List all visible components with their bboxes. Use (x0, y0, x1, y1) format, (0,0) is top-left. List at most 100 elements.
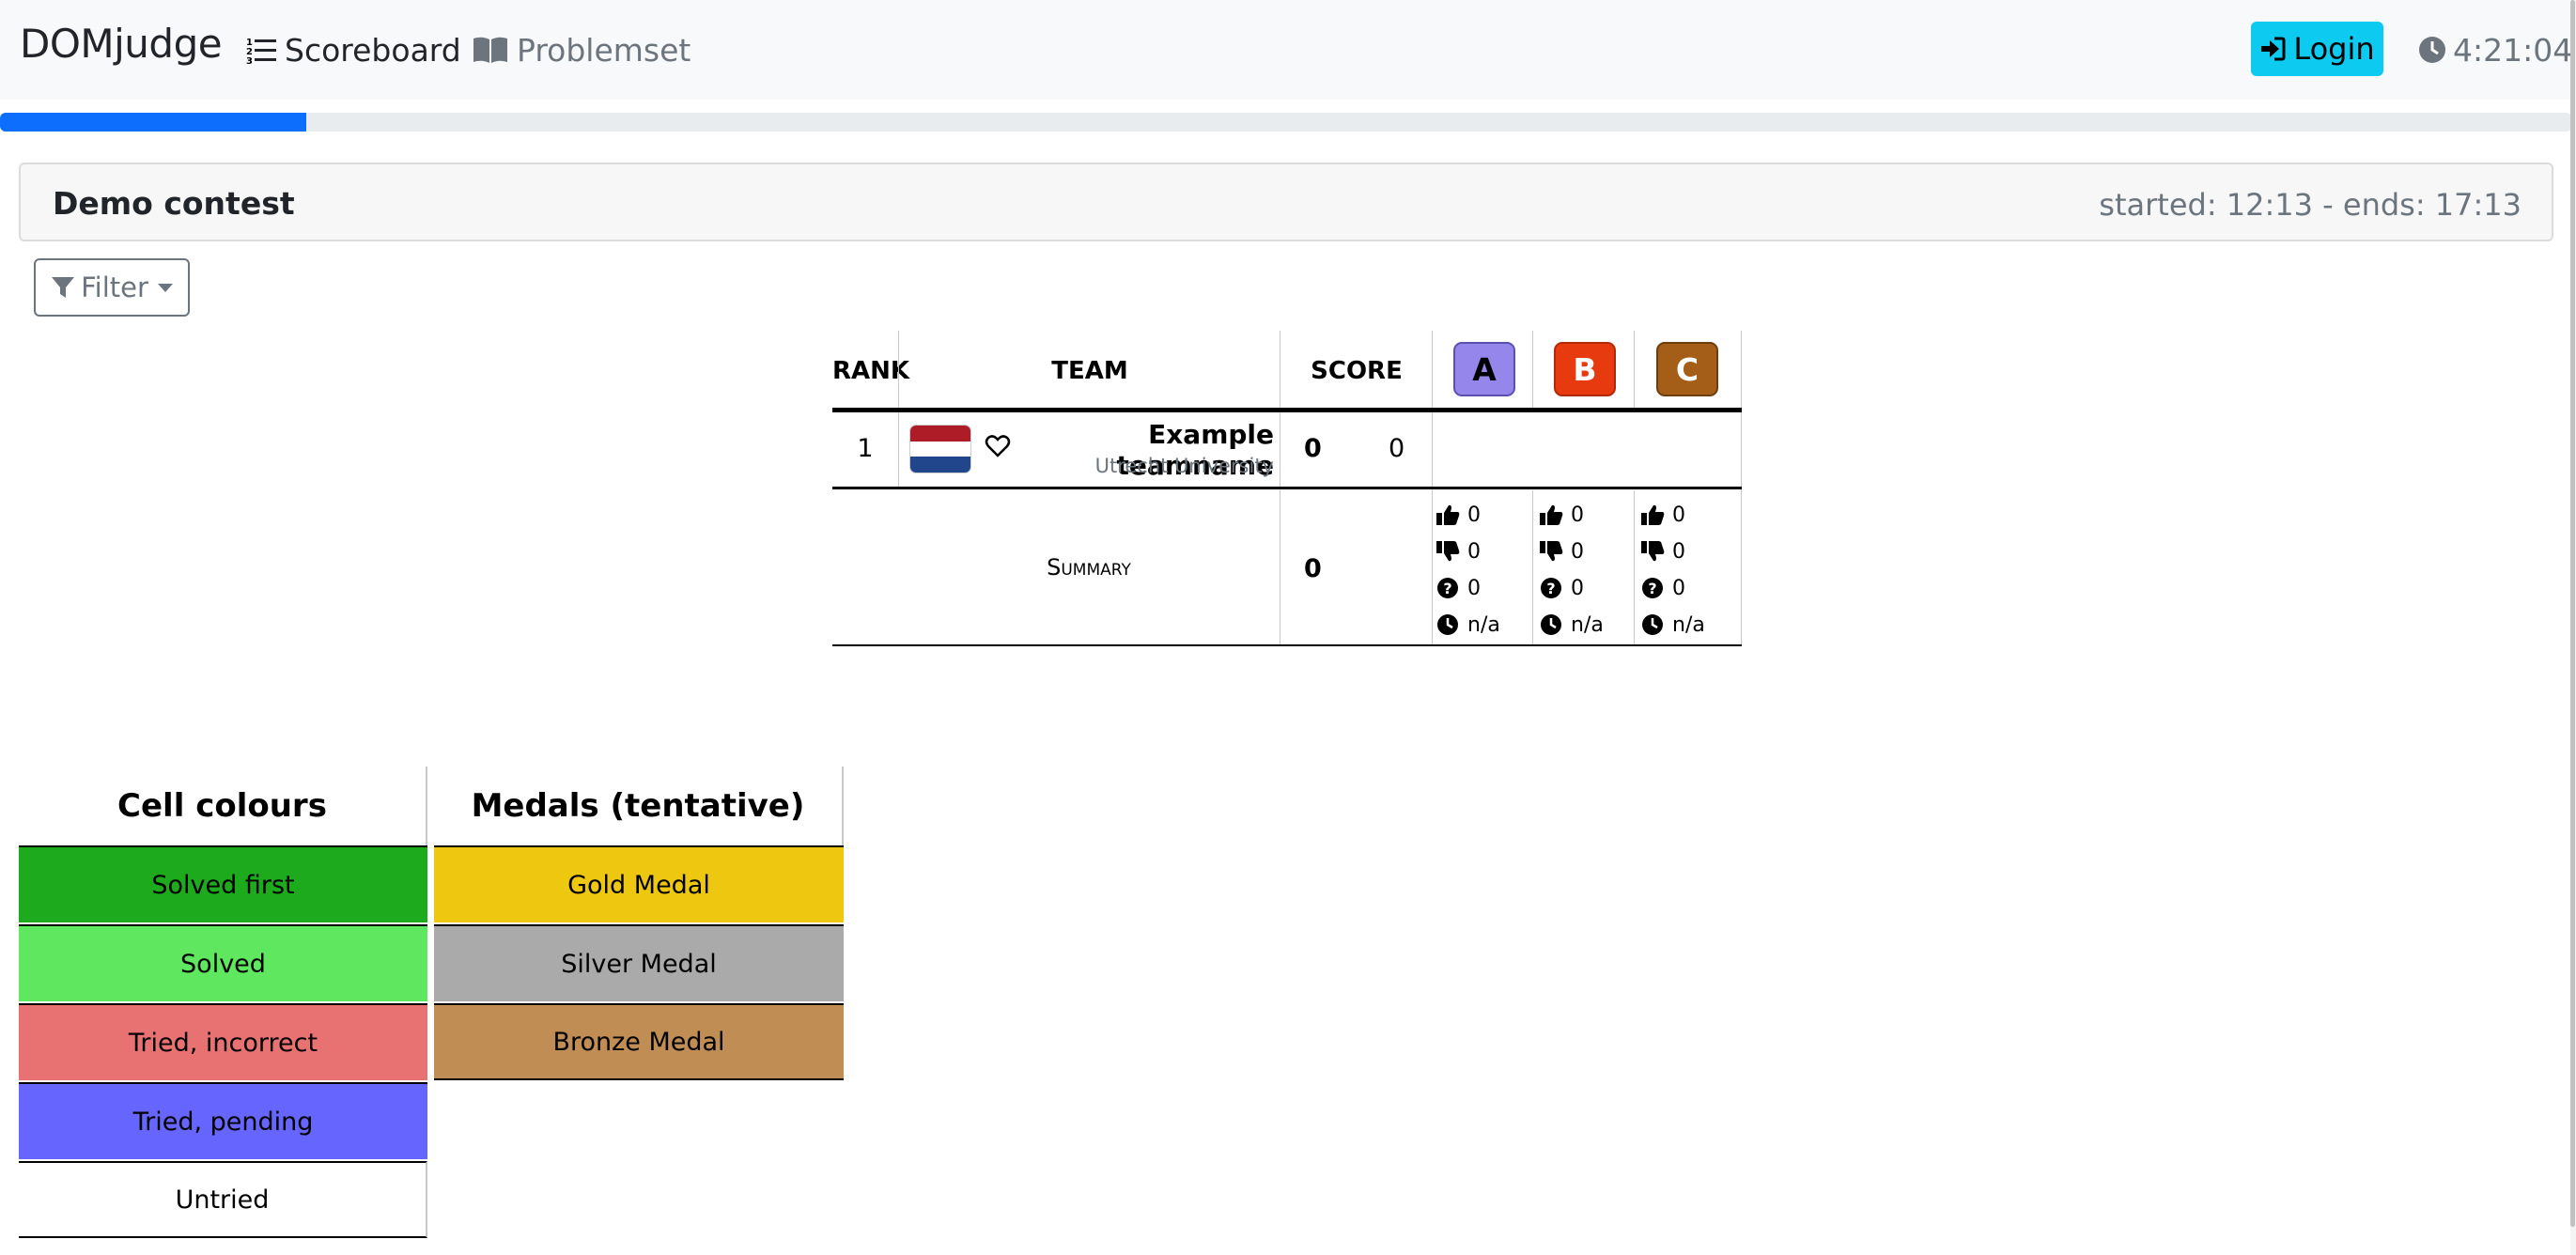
summary-a-incorrect-value: 0 (1467, 539, 1481, 564)
svg-text:?: ? (1546, 580, 1555, 597)
flag-stripe-red (910, 426, 970, 442)
summary-b-incorrect-value: 0 (1571, 539, 1584, 564)
table-bottom-rule (832, 644, 1742, 646)
question-circle-icon: ? (1642, 578, 1663, 598)
legend-bronze-medal: Bronze Medal (434, 1003, 844, 1080)
col-divider (1741, 331, 1742, 411)
summary-c-incorrect-value: 0 (1672, 539, 1685, 564)
summary-score: 0 (1304, 554, 1322, 583)
clock-icon (2419, 37, 2445, 63)
flag-stripe-white (910, 441, 970, 457)
summary-a-pending: ? 0 (1435, 576, 1481, 600)
thumbs-up-icon (1641, 504, 1665, 525)
summary-c-pending-value: 0 (1672, 576, 1685, 600)
legend-solved-first: Solved first (19, 845, 427, 922)
col-divider (1741, 490, 1742, 646)
filter-label: Filter (81, 271, 148, 303)
question-circle-icon: ? (1541, 578, 1561, 598)
flag-stripe-blue (910, 457, 970, 473)
clock-icon (1541, 614, 1561, 635)
svg-text:?: ? (1648, 580, 1656, 597)
summary-b-incorrect: 0 (1539, 539, 1584, 564)
legend-medals: Medals (tentative) Gold Medal Silver Med… (434, 767, 844, 1083)
nav-scoreboard-label: Scoreboard (285, 31, 461, 69)
brand-logo[interactable]: DOMjudge (20, 21, 223, 67)
filter-button[interactable]: Filter (34, 258, 190, 317)
legend-tried-pending: Tried, pending (19, 1082, 427, 1159)
nav-scoreboard[interactable]: 1 2 3 Scoreboard (246, 28, 461, 71)
contest-time-info: started: 12:13 - ends: 17:13 (2099, 187, 2522, 223)
summary-a-first-value: n/a (1467, 612, 1500, 637)
header-rule (832, 408, 1742, 412)
legend-tried-incorrect: Tried, incorrect (19, 1003, 427, 1080)
legend-cell-colours: Cell colours Solved first Solved Tried, … (19, 767, 427, 1241)
summary-c-correct: 0 (1640, 503, 1685, 527)
legend-gold-medal: Gold Medal (434, 845, 844, 922)
problem-badge-b[interactable]: B (1554, 342, 1616, 396)
thumbs-up-icon (1540, 504, 1563, 525)
legend-medals-title: Medals (tentative) (434, 767, 844, 845)
summary-c-first: n/a (1640, 612, 1705, 637)
contest-progress (0, 113, 2572, 132)
col-divider (1634, 490, 1635, 646)
col-divider (1532, 331, 1533, 411)
summary-b-correct: 0 (1539, 503, 1584, 527)
favorite-heart-icon[interactable] (985, 434, 1011, 458)
caret-down-icon (157, 283, 173, 292)
col-divider (1741, 411, 1742, 490)
top-navbar: DOMjudge 1 2 3 Scoreboard Problemset Log… (0, 0, 2576, 100)
summary-c-correct-value: 0 (1672, 503, 1685, 527)
problem-label-b: B (1573, 350, 1597, 388)
summary-a-correct-value: 0 (1467, 503, 1481, 527)
summary-label: Summary (1047, 554, 1131, 581)
contest-clock: 4:21:04 (2418, 28, 2572, 71)
scoreboard-table: RANK TEAM SCORE A B C 1 Example teamname… (832, 331, 1742, 646)
svg-text:3: 3 (246, 56, 253, 64)
thumbs-up-icon (1436, 504, 1460, 525)
header-score: SCORE (1311, 357, 1403, 385)
problem-badge-c[interactable]: C (1656, 342, 1718, 396)
col-divider (1532, 490, 1533, 646)
thumbs-down-icon (1540, 541, 1563, 562)
problem-badge-a[interactable]: A (1453, 342, 1515, 396)
summary-b-first: n/a (1539, 612, 1604, 637)
problem-label-c: C (1675, 350, 1699, 388)
contest-progress-fill (0, 113, 306, 132)
sign-in-icon (2261, 37, 2286, 61)
contest-name: Demo contest (53, 185, 295, 222)
login-label: Login (2293, 31, 2375, 67)
problem-label-a: A (1472, 350, 1497, 388)
summary-a-incorrect: 0 (1435, 539, 1481, 564)
team-penalty: 0 (1389, 434, 1405, 463)
clock-time: 4:21:04 (2453, 31, 2573, 69)
nav-problemset-label: Problemset (517, 31, 691, 69)
thumbs-down-icon (1641, 541, 1665, 562)
team-flag (909, 425, 971, 473)
list-ordered-icon: 1 2 3 (246, 38, 276, 64)
header-rank: RANK (832, 357, 910, 385)
filter-icon (52, 277, 75, 298)
summary-c-incorrect: 0 (1640, 539, 1685, 564)
svg-text:?: ? (1443, 580, 1451, 597)
col-divider (1634, 331, 1635, 411)
row-rule (832, 487, 1742, 489)
thumbs-down-icon (1436, 541, 1460, 562)
team-affiliation: Utrecht University (1094, 455, 1274, 477)
login-button[interactable]: Login (2251, 22, 2383, 76)
summary-c-first-value: n/a (1672, 612, 1705, 637)
nav-problemset[interactable]: Problemset (473, 28, 691, 71)
clock-icon (1437, 614, 1458, 635)
scrollbar-thumb[interactable] (2570, 0, 2575, 1227)
summary-c-pending: ? 0 (1640, 576, 1685, 600)
question-circle-icon: ? (1437, 578, 1458, 598)
legend-solved: Solved (19, 924, 427, 1001)
header-team: TEAM (1051, 357, 1128, 385)
summary-a-correct: 0 (1435, 503, 1481, 527)
legend-silver-medal: Silver Medal (434, 924, 844, 1001)
clock-icon (1642, 614, 1663, 635)
contest-header-card: Demo contest started: 12:13 - ends: 17:1… (19, 163, 2553, 241)
summary-a-first: n/a (1435, 612, 1500, 637)
book-open-icon (473, 37, 507, 63)
legend-untried: Untried (19, 1161, 427, 1238)
team-rank: 1 (857, 434, 874, 463)
